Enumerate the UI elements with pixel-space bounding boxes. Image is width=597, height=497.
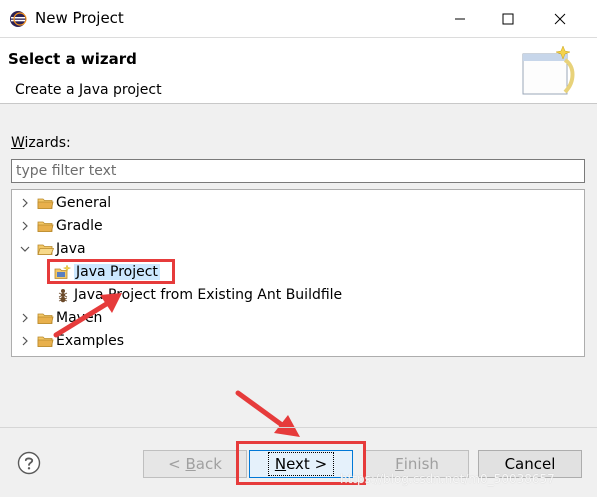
tree-item-examples[interactable]: Examples: [18, 330, 124, 351]
tree-item-label: General: [56, 194, 112, 211]
tree-item-label: Maven: [56, 309, 103, 326]
chevron-right-icon[interactable]: [18, 198, 32, 208]
maximize-icon: [502, 13, 514, 25]
finish-button-mnemonic: F: [395, 455, 404, 473]
tree-item-label: Gradle: [56, 217, 103, 234]
java-project-icon: [54, 263, 72, 280]
tree-item-label: Java: [56, 240, 86, 257]
title-bar: New Project: [0, 0, 597, 38]
tree-item-gradle[interactable]: Gradle: [18, 215, 103, 236]
back-button-label: ack: [195, 455, 222, 473]
cancel-button-label: Cancel: [504, 455, 556, 473]
tree-item-label: Examples: [56, 332, 125, 349]
chevron-right-icon[interactable]: [18, 313, 32, 323]
footer-separator: [0, 427, 597, 428]
ant-icon: [54, 287, 72, 303]
folder-open-icon: [36, 241, 54, 257]
page-description: Create a Java project: [15, 82, 162, 98]
page-title: Select a wizard: [8, 50, 137, 68]
finish-button-label: inish: [403, 455, 439, 473]
tree-item-ant-project[interactable]: Java Project from Existing Ant Buildfile: [54, 284, 342, 305]
eclipse-icon: [10, 11, 27, 27]
next-button-mnemonic: N: [274, 455, 287, 473]
chevron-right-icon[interactable]: [18, 336, 32, 346]
next-button-label: ext >: [286, 455, 328, 473]
help-icon[interactable]: [17, 451, 41, 475]
back-button[interactable]: < Back: [143, 450, 247, 478]
folder-icon: [36, 310, 54, 326]
back-button-symbol: <: [168, 455, 186, 473]
close-icon: [554, 13, 566, 25]
wizards-label-text: izards:: [24, 135, 71, 151]
tree-item-general[interactable]: General: [18, 192, 111, 213]
tree-item-java-project[interactable]: Java Project: [54, 261, 160, 282]
chevron-down-icon[interactable]: [18, 245, 32, 253]
folder-icon: [36, 195, 54, 211]
maximize-button[interactable]: [485, 0, 531, 38]
next-button-focus: Next >: [267, 452, 335, 476]
tree-item-label: Java Project: [74, 263, 160, 280]
wizard-tree[interactable]: General Gradle Java Java Project Java Pr…: [11, 189, 585, 357]
wizards-label: Wizards:: [11, 135, 71, 151]
close-button[interactable]: [537, 0, 583, 38]
wizards-label-mnemonic: W: [11, 135, 25, 151]
tree-item-label: Java Project from Existing Ant Buildfile: [74, 286, 343, 303]
minimize-icon: [455, 18, 465, 20]
minimize-button[interactable]: [437, 0, 483, 38]
wizard-header: Select a wizard Create a Java project: [0, 38, 597, 104]
tree-item-java[interactable]: Java: [18, 238, 86, 259]
folder-icon: [36, 218, 54, 234]
folder-icon: [36, 333, 54, 349]
watermark-text: https://blog.csdn.net/m0_50038657: [340, 472, 555, 486]
chevron-right-icon[interactable]: [18, 221, 32, 231]
filter-input[interactable]: [11, 159, 585, 183]
new-wizard-banner-icon: [522, 45, 575, 95]
next-button[interactable]: Next >: [249, 450, 353, 478]
tree-item-maven[interactable]: Maven: [18, 307, 102, 328]
window-title: New Project: [35, 9, 124, 27]
back-button-mnemonic: B: [185, 455, 196, 473]
